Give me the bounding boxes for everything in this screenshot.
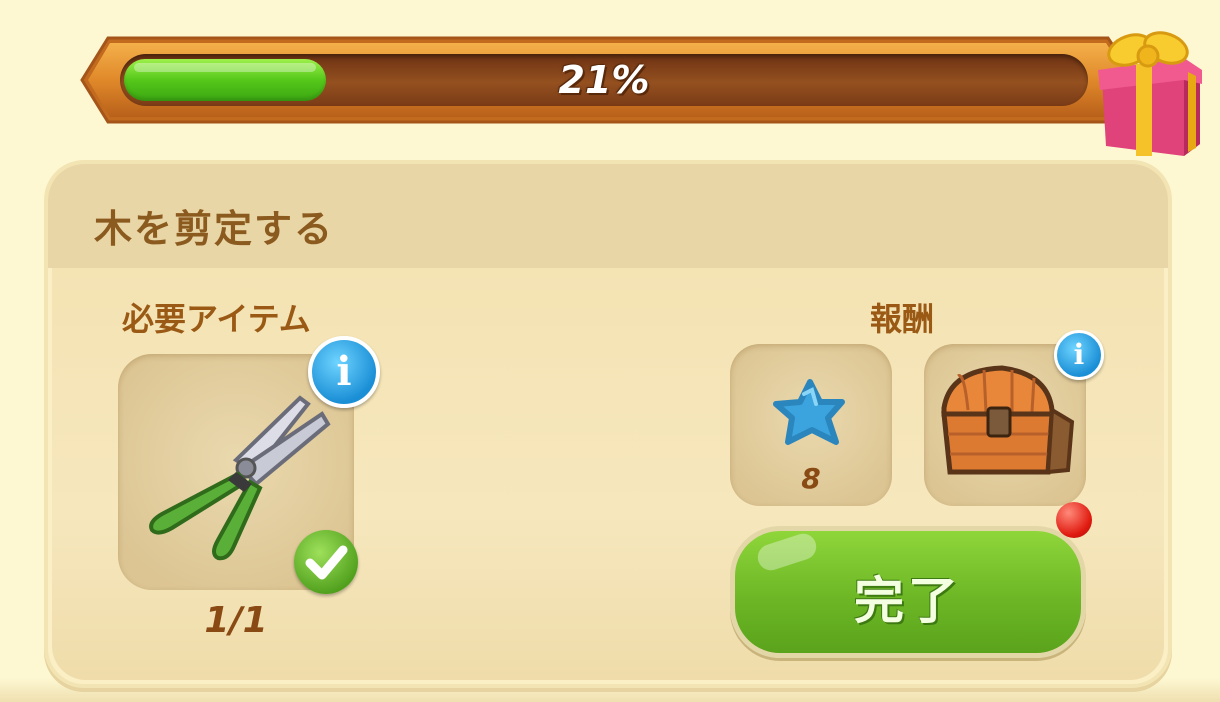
notification-dot <box>1056 502 1092 538</box>
reward-star-amount: 8 <box>801 462 821 495</box>
checkmark-icon <box>294 530 358 594</box>
complete-button-label: 完了 <box>854 572 962 630</box>
required-item-info-icon[interactable]: i <box>308 336 380 408</box>
reward-slot-star[interactable]: 8 <box>730 344 892 506</box>
progress-percent: 21% <box>558 58 650 102</box>
reward-chest-info-icon[interactable]: i <box>1054 330 1104 380</box>
required-items-label: 必要アイテム <box>122 300 311 338</box>
rewards-label: 報酬 <box>870 300 935 338</box>
gift-box-icon[interactable] <box>1088 28 1208 160</box>
task-title: 木を剪定する <box>94 207 335 251</box>
progress-bar: 21% <box>78 31 1202 156</box>
required-item-count: 1/1 <box>204 600 268 641</box>
complete-button[interactable]: 完了 <box>730 526 1086 658</box>
panel-header: 木を剪定する <box>48 164 1168 268</box>
